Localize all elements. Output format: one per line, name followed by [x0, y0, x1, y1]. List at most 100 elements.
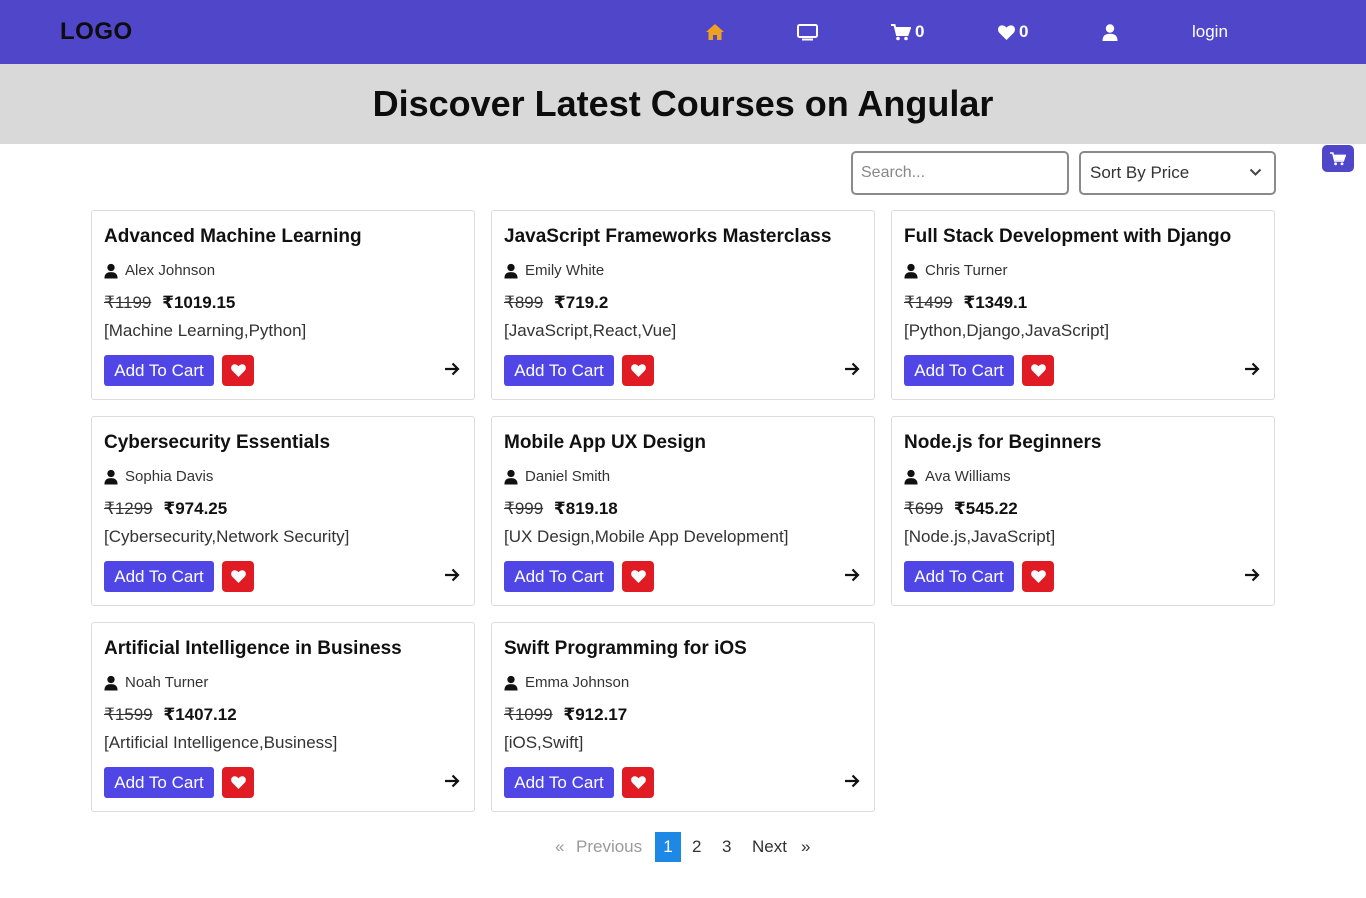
- course-tags: [Node.js,JavaScript]: [904, 527, 1056, 546]
- hero-banner: Discover Latest Courses on Angular: [0, 64, 1366, 144]
- course-new-price: ₹719.2: [553, 293, 609, 312]
- add-to-cart-button[interactable]: Add To Cart: [904, 355, 1014, 386]
- nav-courses-link[interactable]: [797, 20, 818, 44]
- heart-icon: [630, 776, 646, 789]
- logo[interactable]: LOGO: [60, 18, 133, 46]
- course-price: ₹1199 ₹1019.15: [104, 293, 235, 313]
- course-tags: [Python,Django,JavaScript]: [904, 321, 1110, 340]
- course-new-price: ₹545.22: [953, 499, 1018, 518]
- arrow-right-icon[interactable]: [444, 774, 460, 788]
- arrow-right-icon[interactable]: [444, 362, 460, 376]
- course-price: ₹1099 ₹912.17: [504, 705, 627, 725]
- add-to-cart-button[interactable]: Add To Cart: [504, 355, 614, 386]
- favorite-button[interactable]: [222, 355, 254, 386]
- arrow-right-icon[interactable]: [844, 568, 860, 582]
- course-author-name: Alex Johnson: [125, 262, 216, 279]
- course-new-price: ₹819.18: [553, 499, 618, 518]
- heart-icon: [230, 570, 246, 583]
- add-to-cart-button[interactable]: Add To Cart: [104, 355, 214, 386]
- course-card: Full Stack Development with Django Chris…: [891, 210, 1275, 400]
- favorite-button[interactable]: [1022, 561, 1054, 592]
- course-card: Node.js for Beginners Ava Williams ₹699 …: [891, 416, 1275, 606]
- course-author: Daniel Smith: [504, 468, 610, 485]
- course-tags: [iOS,Swift]: [504, 733, 584, 752]
- course-author: Noah Turner: [104, 674, 208, 691]
- page-1-button[interactable]: 1: [655, 832, 681, 862]
- sort-select-label: Sort By Price: [1090, 163, 1190, 182]
- sort-select[interactable]: Sort By Price: [1079, 151, 1276, 195]
- course-author: Emily White: [504, 262, 604, 279]
- course-old-price: ₹1099: [504, 705, 553, 724]
- add-to-cart-button[interactable]: Add To Cart: [104, 561, 214, 592]
- user-icon: [104, 675, 118, 690]
- user-icon: [904, 263, 918, 278]
- add-to-cart-button[interactable]: Add To Cart: [104, 767, 214, 798]
- top-navbar: LOGO 0 0 login: [0, 0, 1366, 64]
- user-icon: [504, 675, 518, 690]
- arrow-right-icon[interactable]: [844, 362, 860, 376]
- course-old-price: ₹1199: [104, 293, 152, 312]
- favorite-button[interactable]: [222, 767, 254, 798]
- course-price: ₹1499 ₹1349.1: [904, 293, 1027, 313]
- heart-icon: [998, 24, 1015, 40]
- pagination: « Previous 1 2 3 Next »: [0, 832, 1366, 862]
- arrow-right-icon[interactable]: [444, 568, 460, 582]
- add-to-cart-button[interactable]: Add To Cart: [504, 767, 614, 798]
- course-price: ₹699 ₹545.22: [904, 499, 1018, 519]
- heart-icon: [230, 776, 246, 789]
- home-icon: [706, 24, 724, 40]
- favorite-button[interactable]: [622, 355, 654, 386]
- arrow-right-icon[interactable]: [1244, 568, 1260, 582]
- course-price: ₹899 ₹719.2: [504, 293, 608, 313]
- previous-button[interactable]: Previous: [576, 832, 642, 862]
- favorite-button[interactable]: [622, 561, 654, 592]
- course-new-price: ₹1407.12: [163, 705, 237, 724]
- course-author: Sophia Davis: [104, 468, 213, 485]
- course-card: Artificial Intelligence in Business Noah…: [91, 622, 475, 812]
- login-link[interactable]: login: [1192, 20, 1228, 44]
- course-author-name: Emily White: [525, 262, 605, 279]
- course-card: JavaScript Frameworks Masterclass Emily …: [491, 210, 875, 400]
- course-old-price: ₹1599: [104, 705, 153, 724]
- favorite-button[interactable]: [222, 561, 254, 592]
- arrow-right-icon[interactable]: [844, 774, 860, 788]
- course-title: Artificial Intelligence in Business: [104, 638, 402, 659]
- course-author: Alex Johnson: [104, 262, 215, 279]
- course-tags: [UX Design,Mobile App Development]: [504, 527, 789, 546]
- course-tags: [JavaScript,React,Vue]: [504, 321, 677, 340]
- heart-icon: [1030, 570, 1046, 583]
- course-new-price: ₹912.17: [563, 705, 628, 724]
- course-author-name: Daniel Smith: [525, 468, 611, 485]
- heart-icon: [630, 570, 646, 583]
- favorite-button[interactable]: [622, 767, 654, 798]
- previous-arrow[interactable]: «: [555, 832, 564, 862]
- user-icon: [904, 469, 918, 484]
- course-title: Node.js for Beginners: [904, 432, 1102, 453]
- next-button[interactable]: Next: [752, 832, 787, 862]
- monitor-icon: [797, 23, 818, 40]
- course-title: Cybersecurity Essentials: [104, 432, 331, 453]
- page-2-button[interactable]: 2: [692, 832, 701, 862]
- favorite-button[interactable]: [1022, 355, 1054, 386]
- nav-user-link[interactable]: [1102, 20, 1118, 44]
- nav-wishlist-link[interactable]: 0: [998, 20, 1028, 44]
- course-new-price: ₹974.25: [163, 499, 228, 518]
- heart-icon: [230, 364, 246, 377]
- floating-cart-button[interactable]: [1322, 145, 1354, 172]
- user-icon: [504, 469, 518, 484]
- add-to-cart-button[interactable]: Add To Cart: [504, 561, 614, 592]
- course-old-price: ₹699: [904, 499, 944, 518]
- nav-home-link[interactable]: [706, 20, 724, 44]
- next-arrow[interactable]: »: [801, 832, 810, 862]
- page-3-button[interactable]: 3: [722, 832, 731, 862]
- add-to-cart-button[interactable]: Add To Cart: [904, 561, 1014, 592]
- arrow-right-icon[interactable]: [1244, 362, 1260, 376]
- nav-cart-link[interactable]: 0: [891, 20, 924, 44]
- course-author-name: Sophia Davis: [125, 468, 214, 485]
- course-author: Emma Johnson: [504, 674, 629, 691]
- user-icon: [104, 263, 118, 278]
- search-input[interactable]: [851, 151, 1069, 195]
- course-card: Mobile App UX Design Daniel Smith ₹999 ₹…: [491, 416, 875, 606]
- heart-icon: [1030, 364, 1046, 377]
- course-title: Advanced Machine Learning: [104, 226, 362, 247]
